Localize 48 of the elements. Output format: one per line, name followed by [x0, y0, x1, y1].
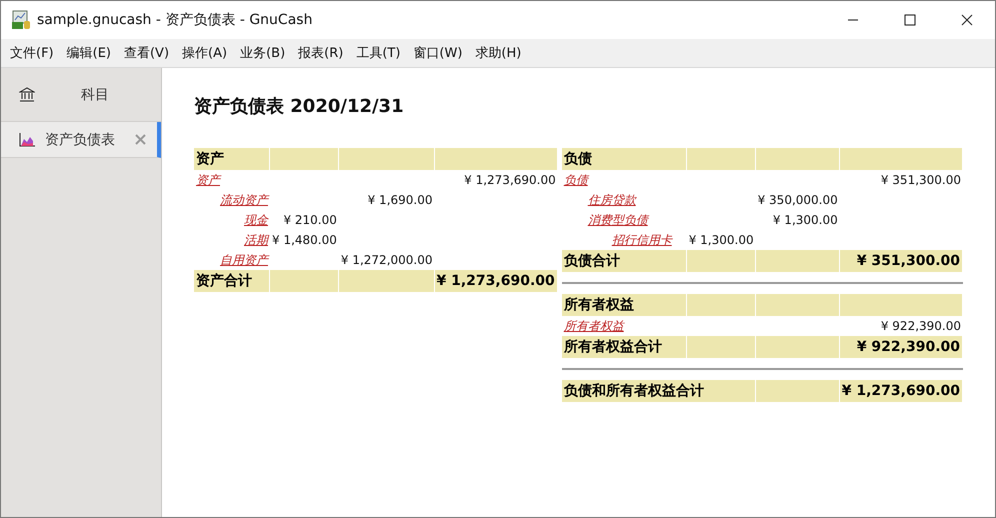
account-link[interactable]: 资产: [196, 172, 220, 186]
amount: ¥ 351,300.00: [880, 173, 961, 187]
maximize-icon[interactable]: [904, 14, 916, 26]
account-link[interactable]: 住房贷款: [588, 192, 636, 206]
amount: ¥ 1,273,690.00: [464, 173, 556, 187]
menu-item[interactable]: 窗口(W): [407, 44, 468, 62]
total-amount: ¥ 351,300.00: [840, 250, 963, 272]
menu-item[interactable]: 编辑(E): [60, 44, 117, 62]
total-label: 负债合计: [562, 250, 687, 272]
menu-item[interactable]: 文件(F): [4, 44, 60, 62]
amount: ¥ 1,300.00: [772, 213, 838, 227]
menu-item[interactable]: 报表(R): [292, 44, 350, 62]
account-link[interactable]: 负债: [564, 172, 588, 186]
chart-icon: [19, 132, 35, 146]
total-amount: ¥ 1,273,690.00: [434, 270, 558, 292]
account-link[interactable]: 现金: [244, 212, 268, 226]
menu-item[interactable]: 求助(H): [469, 44, 528, 62]
menu-item[interactable]: 业务(B): [234, 44, 292, 62]
amount: ¥ 350,000.00: [758, 193, 838, 207]
menu-item[interactable]: 操作(A): [176, 44, 234, 62]
account-link[interactable]: 活期: [244, 232, 268, 246]
menu-item[interactable]: 工具(T): [350, 44, 406, 62]
amount: ¥ 210.00: [283, 213, 337, 227]
account-link[interactable]: 自用资产: [220, 252, 268, 266]
menu-item[interactable]: 查看(V): [118, 44, 176, 62]
total-label: 资产合计: [194, 270, 270, 292]
total-amount: ¥ 1,273,690.00: [840, 380, 963, 402]
total-label: 所有者权益合计: [562, 336, 687, 358]
amount: ¥ 1,690.00: [368, 193, 432, 207]
amount: ¥ 1,480.00: [272, 233, 337, 247]
bank-icon: [19, 86, 35, 102]
amount: ¥ 1,300.00: [688, 233, 754, 247]
report-title: 资产负债表 2020/12/31: [194, 95, 405, 118]
close-icon[interactable]: [961, 14, 973, 26]
account-link[interactable]: 流动资产: [220, 192, 268, 206]
account-link[interactable]: 招行信用卡: [612, 232, 672, 246]
amount: ¥ 1,272,000.00: [340, 253, 432, 267]
total-label: 负债和所有者权益合计: [562, 380, 756, 402]
section-header: 负债: [562, 148, 687, 170]
sidebar-tab[interactable]: 资产负债表: [1, 122, 161, 158]
window-title: sample.gnucash - 资产负债表 - GnuCash: [37, 11, 312, 29]
app-icon: [11, 10, 31, 30]
amount: ¥ 922,390.00: [880, 319, 961, 333]
section-header: 所有者权益: [562, 294, 687, 316]
section-header: 资产: [194, 148, 270, 170]
total-amount: ¥ 922,390.00: [840, 336, 963, 358]
account-link[interactable]: 所有者权益: [564, 318, 624, 332]
account-link[interactable]: 消费型负债: [588, 212, 648, 226]
